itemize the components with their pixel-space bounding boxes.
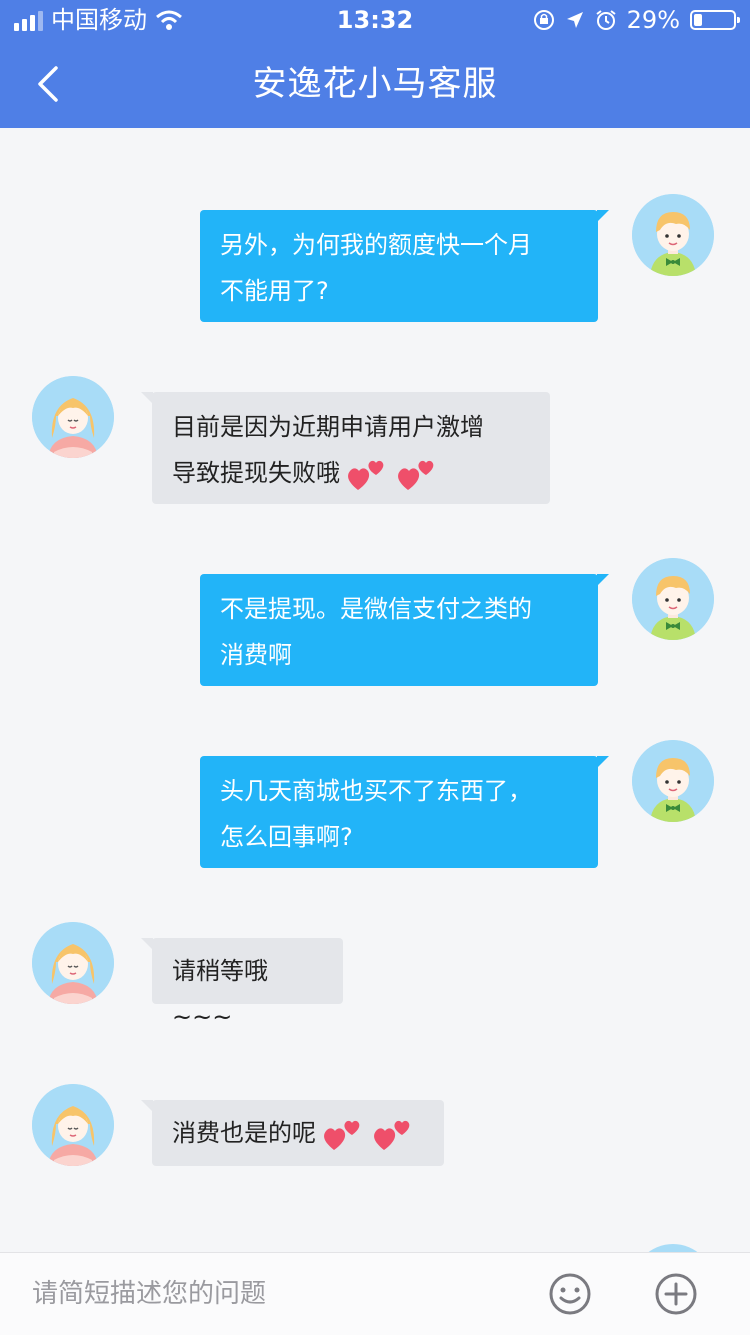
message-bubble-agent[interactable]: 消费也是的呢 [141, 1100, 444, 1166]
message-bubble-user[interactable]: 头几天商城也买不了东西了， 怎么回事啊? [200, 756, 609, 868]
agent-avatar[interactable] [32, 922, 114, 1004]
message-line: 消费啊 [220, 641, 292, 669]
message-input[interactable] [32, 1277, 502, 1311]
message-line: 不是提现。是微信支付之类的 [220, 595, 532, 623]
alarm-icon [596, 10, 616, 30]
input-bar [0, 1252, 750, 1335]
status-bar: 中国移动 13:32 29% [0, 0, 750, 40]
message-line: 目前是因为近期申请用户激增 [172, 413, 484, 441]
emoji-icon[interactable] [548, 1272, 592, 1316]
agent-avatar[interactable] [32, 376, 114, 458]
location-icon [566, 12, 583, 28]
header-bar: 中国移动 13:32 29% 安逸花小马客服 [0, 0, 750, 128]
orientation-lock-icon [533, 10, 554, 30]
user-avatar[interactable] [632, 558, 714, 640]
plus-icon[interactable] [654, 1272, 698, 1316]
two-hearts-icon [322, 1116, 366, 1152]
two-hearts-icon [372, 1116, 416, 1152]
user-avatar[interactable] [632, 740, 714, 822]
two-hearts-icon [346, 456, 390, 492]
message-line: 另外，为何我的额度快一个月 [220, 231, 532, 259]
message-bubble-user[interactable]: 另外，为何我的额度快一个月 不能用了? [200, 210, 609, 322]
two-hearts-icon [396, 456, 440, 492]
battery-icon [690, 10, 740, 30]
message-line: 请稍等哦~~~ [172, 957, 268, 1031]
user-avatar[interactable] [632, 194, 714, 276]
message-line: 消费也是的呢 [172, 1119, 316, 1147]
page-title: 安逸花小马客服 [252, 64, 498, 104]
message-line: 不能用了? [220, 277, 329, 305]
message-line: 导致提现失败哦 [172, 459, 340, 487]
message-line: 头几天商城也买不了东西了， [220, 777, 532, 805]
message-bubble-agent[interactable]: 请稍等哦~~~ [141, 938, 343, 1031]
message-bubble-user[interactable]: 不是提现。是微信支付之类的 消费啊 [200, 574, 609, 686]
message-line: 怎么回事啊? [220, 823, 353, 851]
battery-percent: 29% [626, 6, 680, 34]
agent-avatar[interactable] [32, 1084, 114, 1166]
message-bubble-agent[interactable]: 目前是因为近期申请用户激增 导致提现失败哦 [141, 392, 550, 504]
